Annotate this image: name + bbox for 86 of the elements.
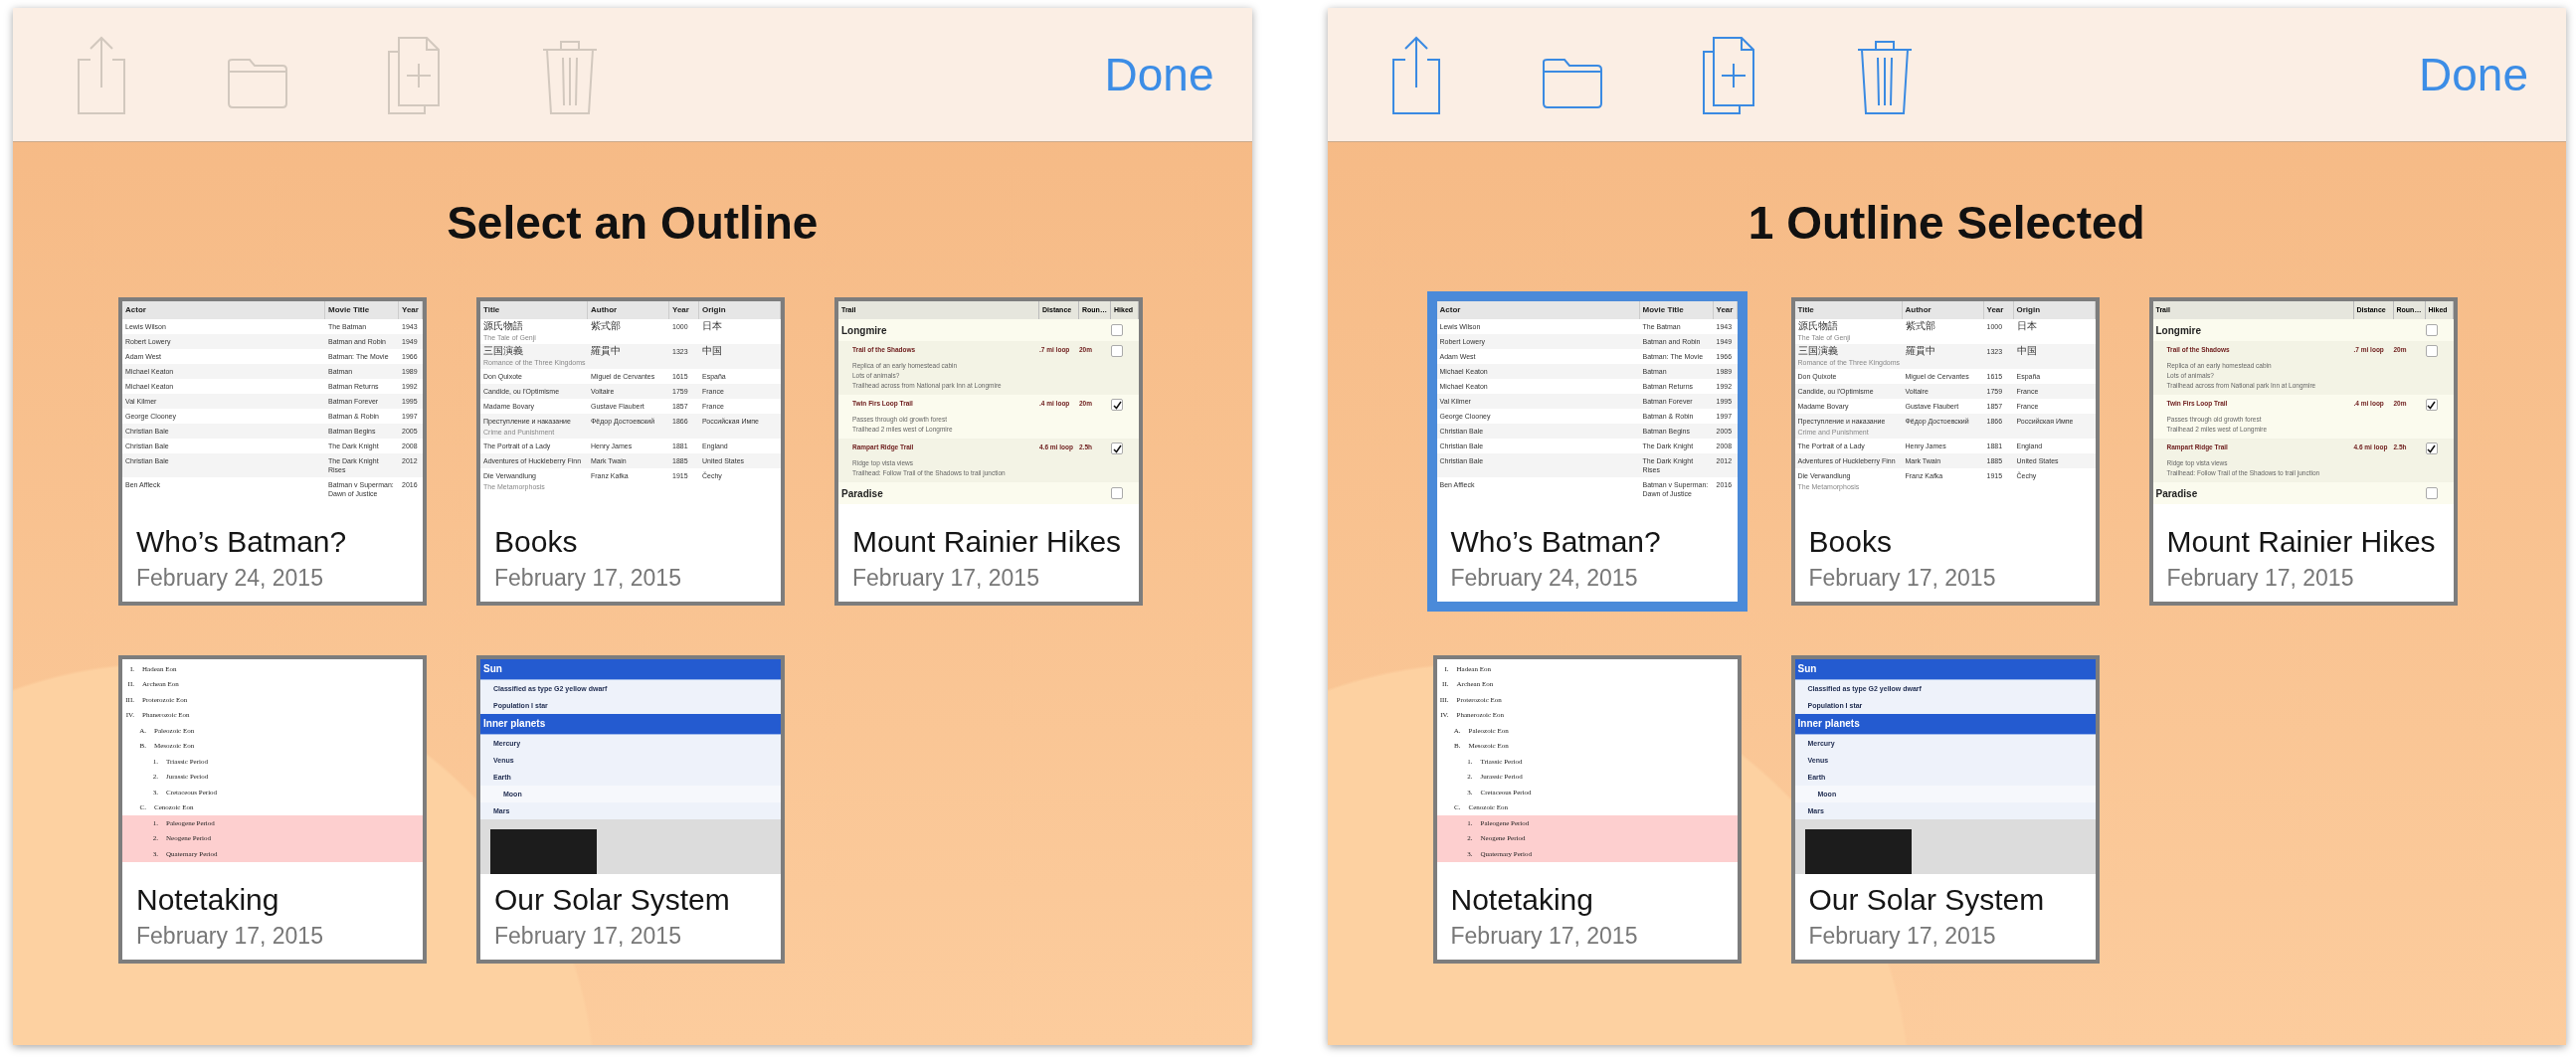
outline-name: Mount Rainier Hikes xyxy=(2166,524,2437,560)
page-title: Select an Outline xyxy=(446,196,820,250)
column-header: Year xyxy=(399,301,423,319)
outline-name: Our Solar System xyxy=(494,882,731,918)
duplicate-page-icon xyxy=(388,37,440,114)
folder-icon xyxy=(1542,59,1602,108)
checkbox[interactable] xyxy=(2425,399,2438,411)
table-cell-text: 日本 xyxy=(2015,319,2038,333)
table-cell: 羅貫中 xyxy=(1902,344,1984,359)
outline-card[interactable] xyxy=(1790,297,2100,606)
outline-name: Notetaking xyxy=(136,882,280,918)
outline-date: February 17, 2015 xyxy=(2166,564,2355,592)
column-header: Title xyxy=(480,301,588,319)
outline-card[interactable] xyxy=(118,655,427,964)
outline-name: Mount Rainier Hikes xyxy=(852,524,1123,560)
table-cell: 三国演義 xyxy=(1794,344,1903,359)
column-header: Year xyxy=(1983,301,2014,319)
outline-date: February 17, 2015 xyxy=(136,922,324,950)
column-header: Actor xyxy=(1436,301,1640,319)
outline-name: Books xyxy=(494,524,579,560)
table-cell-text: 源氏物語 xyxy=(482,319,524,333)
table-cell-text: 紫式部 xyxy=(590,319,622,333)
outline-name: Books xyxy=(1808,524,1893,560)
column-header: Year xyxy=(1713,301,1738,319)
column-header: Actor xyxy=(122,301,325,319)
outline-date: February 17, 2015 xyxy=(1450,922,1639,950)
checkbox[interactable] xyxy=(2425,324,2438,336)
outline-card[interactable] xyxy=(476,297,785,606)
table-cell: 羅貫中 xyxy=(588,344,669,359)
page-title: 1 Outline Selected xyxy=(1747,196,2146,250)
outline-card[interactable] xyxy=(834,297,1143,606)
duplicate-page-icon xyxy=(1702,37,1754,114)
trash-icon xyxy=(542,41,598,114)
table-cell: 三国演義 xyxy=(480,344,588,359)
outline-date: February 17, 2015 xyxy=(852,564,1040,592)
outline-date: February 17, 2015 xyxy=(494,564,682,592)
column-header: Origin xyxy=(699,301,781,319)
checkmark-icon xyxy=(2427,443,2436,453)
checkbox[interactable] xyxy=(1111,399,1123,411)
table-cell-text: 日本 xyxy=(701,319,723,333)
outline-name: Who’s Batman? xyxy=(136,524,348,560)
outline-name: Our Solar System xyxy=(1808,882,2046,918)
outline-card[interactable] xyxy=(1432,655,1742,964)
column-header: Movie Title xyxy=(325,301,399,319)
trash-icon xyxy=(1856,41,1913,114)
outline-date: February 17, 2015 xyxy=(1808,564,1997,592)
checkmark-icon xyxy=(2427,400,2436,410)
column-header: Movie Title xyxy=(1639,301,1714,319)
checkbox[interactable] xyxy=(2425,345,2438,357)
column-header: Author xyxy=(1902,301,1984,319)
section-heading: Inner planets xyxy=(1794,714,2096,735)
share-icon xyxy=(1391,36,1440,114)
checkbox[interactable] xyxy=(1111,442,1123,454)
section-heading: Inner planets xyxy=(480,714,781,735)
checkbox[interactable] xyxy=(1111,345,1123,357)
folder-icon xyxy=(228,59,287,108)
group-title: Paradise xyxy=(2155,487,2199,499)
group-title: Paradise xyxy=(841,487,884,499)
checkmark-icon xyxy=(1112,400,1122,410)
outline-date: February 17, 2015 xyxy=(494,922,682,950)
outline-name: Who’s Batman? xyxy=(1450,524,1662,560)
column-header: Author xyxy=(588,301,669,319)
outline-name: Notetaking xyxy=(1450,882,1594,918)
column-header: Origin xyxy=(2013,301,2096,319)
checkbox[interactable] xyxy=(1111,324,1123,336)
group-title: Longmire xyxy=(841,324,888,336)
table-cell-text: 紫式部 xyxy=(1904,319,1936,333)
section-heading: Sun xyxy=(1794,659,2096,680)
share-icon xyxy=(78,36,125,114)
table-cell: 中国 xyxy=(699,344,781,359)
checkbox[interactable] xyxy=(2425,442,2438,454)
checkmark-icon xyxy=(1112,443,1122,453)
column-header: Title xyxy=(1794,301,1903,319)
column-header: Year xyxy=(669,301,699,319)
table-cell: 中国 xyxy=(2013,344,2096,359)
section-heading: Sun xyxy=(480,659,781,680)
outline-date: February 17, 2015 xyxy=(1808,922,1997,950)
outline-date: February 24, 2015 xyxy=(136,564,324,592)
outline-card[interactable] xyxy=(118,297,427,606)
group-title: Longmire xyxy=(2155,324,2203,336)
table-cell-text: 源氏物語 xyxy=(1796,319,1839,333)
outline-card[interactable] xyxy=(2148,297,2458,606)
checkbox[interactable] xyxy=(1111,487,1123,499)
outline-card[interactable] xyxy=(1426,291,1748,612)
checkbox[interactable] xyxy=(2425,487,2438,499)
outline-date: February 24, 2015 xyxy=(1450,564,1639,592)
